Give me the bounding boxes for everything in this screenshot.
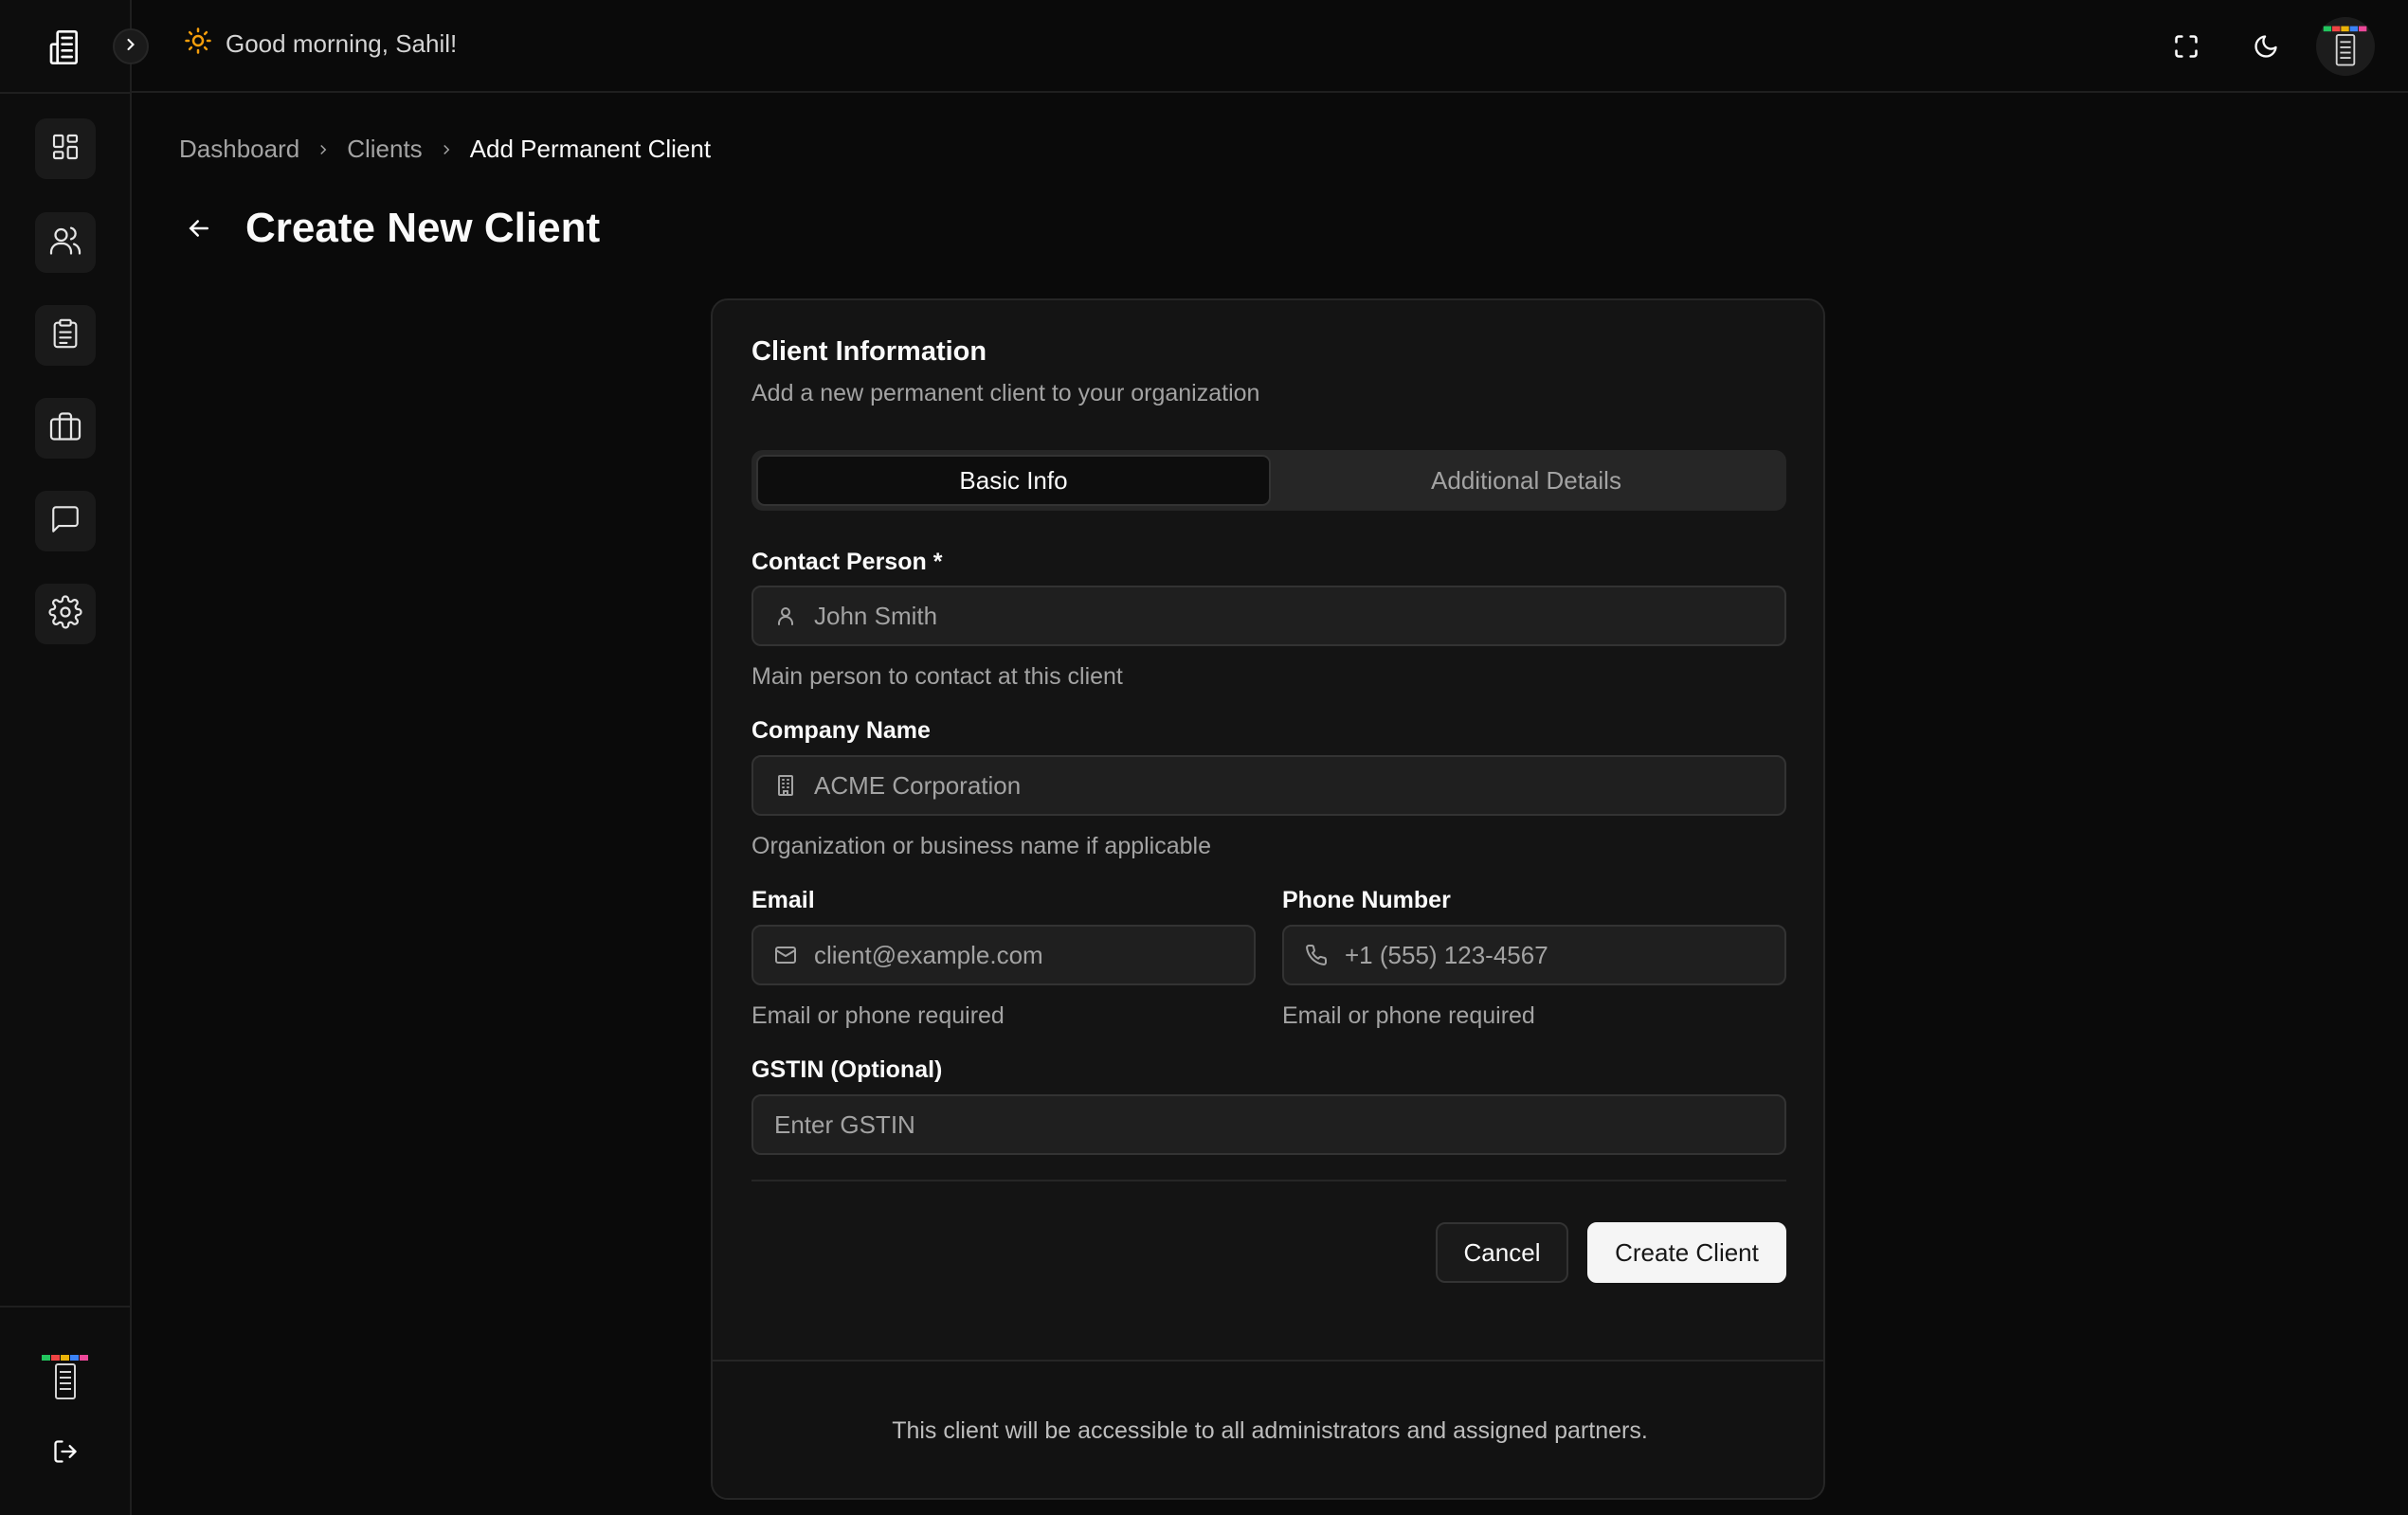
email-field[interactable]: client@example.com — [751, 925, 1256, 985]
company-name-input[interactable]: ACME Corporation — [751, 755, 1786, 816]
gear-icon — [48, 594, 82, 634]
grid-icon — [50, 132, 81, 167]
gstin-input[interactable]: Enter GSTIN — [751, 1094, 1786, 1155]
logout-icon[interactable] — [49, 1435, 81, 1468]
phone-field[interactable]: +1 (555) 123-4567 — [1282, 925, 1786, 985]
sidebar-item-work[interactable] — [35, 398, 96, 459]
page-header: Create New Client — [179, 205, 600, 252]
sun-icon — [184, 27, 212, 62]
email-label: Email — [751, 887, 815, 913]
scrollbar[interactable] — [2400, 93, 2408, 1515]
breadcrumb-clients[interactable]: Clients — [347, 135, 422, 164]
sidebar-divider — [0, 1306, 132, 1308]
gstin-label: GSTIN (Optional) — [751, 1056, 943, 1083]
divider — [751, 1180, 1786, 1181]
sidebar-item-dashboard[interactable] — [35, 118, 96, 179]
contact-person-hint: Main person to contact at this client — [751, 663, 1123, 690]
company-name-hint: Organization or business name if applica… — [751, 833, 1211, 859]
mail-icon — [774, 944, 797, 966]
sidebar-item-settings[interactable] — [35, 584, 96, 644]
email-hint: Email or phone required — [751, 1002, 1005, 1029]
contact-person-label: Contact Person * — [751, 549, 943, 575]
user-avatar[interactable] — [2316, 17, 2375, 76]
sidebar-item-tasks[interactable] — [35, 305, 96, 366]
card-footer-note: This client will be accessible to all ad… — [713, 1360, 1823, 1498]
briefcase-icon — [48, 409, 82, 448]
app-root: Good morning, Sahil! Dashboard Clients A… — [0, 0, 2408, 1515]
tab-additional-details[interactable]: Additional Details — [1271, 455, 1782, 506]
company-name-label: Company Name — [751, 717, 931, 744]
phone-hint: Email or phone required — [1282, 1002, 1535, 1029]
building-icon — [774, 774, 797, 797]
clipboard-icon — [49, 317, 81, 354]
sidebar-item-clients[interactable] — [35, 212, 96, 273]
fullscreen-icon[interactable] — [2164, 25, 2208, 68]
create-client-button[interactable]: Create Client — [1587, 1222, 1786, 1283]
sidebar — [0, 0, 132, 1515]
arrow-left-icon[interactable] — [179, 208, 219, 248]
topbar — [132, 0, 2408, 93]
card-description: Add a new permanent client to your organ… — [751, 380, 1260, 406]
tabs: Basic Info Additional Details — [751, 450, 1786, 511]
company-name-placeholder: ACME Corporation — [814, 770, 1022, 800]
cancel-button[interactable]: Cancel — [1436, 1222, 1568, 1283]
users-icon — [48, 224, 82, 262]
user-icon — [774, 604, 797, 627]
contact-person-input[interactable]: John Smith — [751, 586, 1786, 646]
greeting-text: Good morning, Sahil! — [226, 29, 458, 58]
greeting: Good morning, Sahil! — [184, 27, 457, 62]
sidebar-toggle-button[interactable] — [113, 28, 149, 64]
page-title: Create New Client — [245, 205, 601, 251]
breadcrumb-current: Add Permanent Client — [469, 135, 712, 163]
gstin-placeholder: Enter GSTIN — [774, 1109, 915, 1139]
phone-icon — [1305, 944, 1328, 966]
breadcrumb: Dashboard Clients Add Permanent Client — [179, 135, 711, 164]
sidebar-divider — [0, 92, 132, 94]
moon-icon[interactable] — [2244, 25, 2288, 68]
phone-placeholder: +1 (555) 123-4567 — [1345, 940, 1548, 969]
chevron-right-icon — [438, 141, 455, 158]
tab-basic-info[interactable]: Basic Info — [756, 455, 1271, 506]
chevron-right-icon — [315, 141, 332, 158]
email-placeholder: client@example.com — [814, 940, 1043, 969]
building-logo-icon[interactable] — [44, 26, 87, 69]
sidebar-item-messages[interactable] — [35, 491, 96, 551]
chevron-right-icon — [121, 35, 140, 59]
contact-person-placeholder: John Smith — [814, 601, 938, 630]
breadcrumb-dashboard[interactable]: Dashboard — [179, 135, 299, 164]
chat-icon — [49, 503, 81, 540]
sidebar-avatar[interactable] — [36, 1349, 95, 1408]
card-title: Client Information — [751, 336, 987, 367]
phone-label: Phone Number — [1282, 887, 1451, 913]
client-info-card: Client Information Add a new permanent c… — [711, 298, 1825, 1500]
